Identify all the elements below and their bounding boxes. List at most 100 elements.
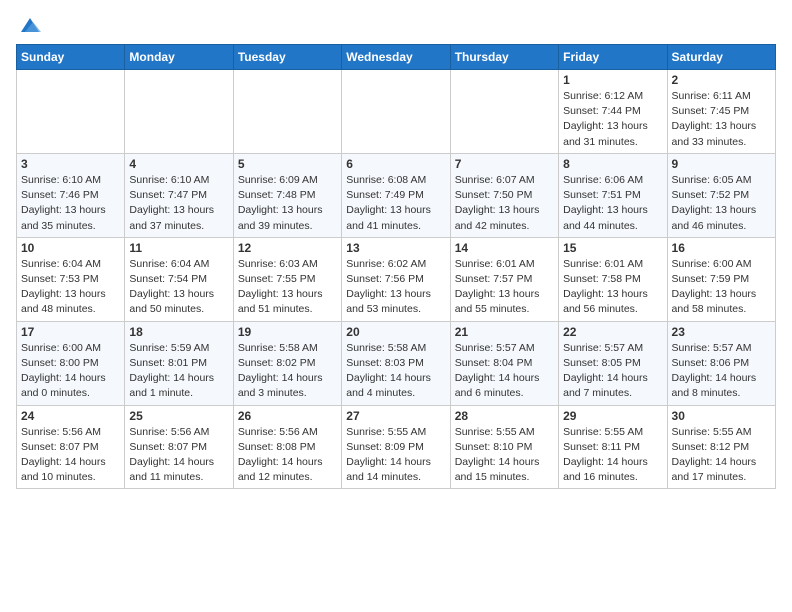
day-number: 20 bbox=[346, 325, 445, 339]
day-info: Sunrise: 5:58 AM Sunset: 8:02 PM Dayligh… bbox=[238, 341, 337, 402]
calendar-cell bbox=[17, 70, 125, 154]
day-number: 5 bbox=[238, 157, 337, 171]
day-info: Sunrise: 6:04 AM Sunset: 7:53 PM Dayligh… bbox=[21, 257, 120, 318]
day-info: Sunrise: 5:55 AM Sunset: 8:12 PM Dayligh… bbox=[672, 425, 771, 486]
day-number: 30 bbox=[672, 409, 771, 423]
day-number: 4 bbox=[129, 157, 228, 171]
day-info: Sunrise: 5:55 AM Sunset: 8:10 PM Dayligh… bbox=[455, 425, 554, 486]
calendar-cell: 22 Sunrise: 5:57 AM Sunset: 8:05 PM Dayli… bbox=[559, 321, 667, 405]
day-info: Sunrise: 5:58 AM Sunset: 8:03 PM Dayligh… bbox=[346, 341, 445, 402]
calendar-cell: 24 Sunrise: 5:56 AM Sunset: 8:07 PM Dayli… bbox=[17, 405, 125, 489]
day-number: 2 bbox=[672, 73, 771, 87]
day-number: 22 bbox=[563, 325, 662, 339]
calendar-week-row: 17Sunrise: 6:00 AM Sunset: 8:00 PM Dayli… bbox=[17, 321, 776, 405]
calendar-cell: 26Sunrise: 5:56 AM Sunset: 8:08 PM Dayli… bbox=[233, 405, 341, 489]
day-number: 11 bbox=[129, 241, 228, 255]
day-info: Sunrise: 6:00 AM Sunset: 7:59 PM Dayligh… bbox=[672, 257, 771, 318]
calendar-cell: 15 Sunrise: 6:01 AM Sunset: 7:58 PM Dayli… bbox=[559, 237, 667, 321]
day-info: Sunrise: 5:57 AM Sunset: 8:06 PM Dayligh… bbox=[672, 341, 771, 402]
day-number: 25 bbox=[129, 409, 228, 423]
day-number: 7 bbox=[455, 157, 554, 171]
day-number: 21 bbox=[455, 325, 554, 339]
calendar-cell: 18 Sunrise: 5:59 AM Sunset: 8:01 PM Dayli… bbox=[125, 321, 233, 405]
day-number: 16 bbox=[672, 241, 771, 255]
calendar-cell: 16 Sunrise: 6:00 AM Sunset: 7:59 PM Dayli… bbox=[667, 237, 775, 321]
day-info: Sunrise: 6:08 AM Sunset: 7:49 PM Dayligh… bbox=[346, 173, 445, 234]
calendar-cell: 29Sunrise: 5:55 AM Sunset: 8:11 PM Dayli… bbox=[559, 405, 667, 489]
day-info: Sunrise: 5:55 AM Sunset: 8:09 PM Dayligh… bbox=[346, 425, 445, 486]
calendar-cell: 21 Sunrise: 5:57 AM Sunset: 8:04 PM Dayli… bbox=[450, 321, 558, 405]
calendar-cell: 23 Sunrise: 5:57 AM Sunset: 8:06 PM Dayli… bbox=[667, 321, 775, 405]
calendar-cell: 17Sunrise: 6:00 AM Sunset: 8:00 PM Dayli… bbox=[17, 321, 125, 405]
day-info: Sunrise: 6:12 AM Sunset: 7:44 PM Dayligh… bbox=[563, 89, 662, 150]
logo bbox=[16, 16, 41, 36]
calendar-cell: 10Sunrise: 6:04 AM Sunset: 7:53 PM Dayli… bbox=[17, 237, 125, 321]
calendar-cell: 3Sunrise: 6:10 AM Sunset: 7:46 PM Daylig… bbox=[17, 153, 125, 237]
calendar-cell bbox=[125, 70, 233, 154]
day-info: Sunrise: 6:02 AM Sunset: 7:56 PM Dayligh… bbox=[346, 257, 445, 318]
day-info: Sunrise: 6:04 AM Sunset: 7:54 PM Dayligh… bbox=[129, 257, 228, 318]
day-number: 24 bbox=[21, 409, 120, 423]
weekday-header-monday: Monday bbox=[125, 45, 233, 70]
day-info: Sunrise: 6:05 AM Sunset: 7:52 PM Dayligh… bbox=[672, 173, 771, 234]
day-number: 18 bbox=[129, 325, 228, 339]
day-number: 15 bbox=[563, 241, 662, 255]
calendar-cell bbox=[342, 70, 450, 154]
day-info: Sunrise: 6:01 AM Sunset: 7:57 PM Dayligh… bbox=[455, 257, 554, 318]
page-header bbox=[16, 16, 776, 36]
weekday-header-thursday: Thursday bbox=[450, 45, 558, 70]
calendar-cell: 14 Sunrise: 6:01 AM Sunset: 7:57 PM Dayli… bbox=[450, 237, 558, 321]
calendar-cell: 1 Sunrise: 6:12 AM Sunset: 7:44 PM Daylig… bbox=[559, 70, 667, 154]
day-info: Sunrise: 6:10 AM Sunset: 7:46 PM Dayligh… bbox=[21, 173, 120, 234]
calendar-cell bbox=[450, 70, 558, 154]
calendar-cell: 30 Sunrise: 5:55 AM Sunset: 8:12 PM Dayli… bbox=[667, 405, 775, 489]
calendar-table: SundayMondayTuesdayWednesdayThursdayFrid… bbox=[16, 44, 776, 489]
day-number: 23 bbox=[672, 325, 771, 339]
day-number: 27 bbox=[346, 409, 445, 423]
day-number: 12 bbox=[238, 241, 337, 255]
weekday-header-sunday: Sunday bbox=[17, 45, 125, 70]
calendar-cell: 12 Sunrise: 6:03 AM Sunset: 7:55 PM Dayli… bbox=[233, 237, 341, 321]
calendar-week-row: 24 Sunrise: 5:56 AM Sunset: 8:07 PM Dayli… bbox=[17, 405, 776, 489]
day-info: Sunrise: 6:00 AM Sunset: 8:00 PM Dayligh… bbox=[21, 341, 120, 402]
day-number: 6 bbox=[346, 157, 445, 171]
weekday-header-friday: Friday bbox=[559, 45, 667, 70]
day-number: 8 bbox=[563, 157, 662, 171]
calendar-week-row: 10Sunrise: 6:04 AM Sunset: 7:53 PM Dayli… bbox=[17, 237, 776, 321]
day-info: Sunrise: 5:56 AM Sunset: 8:08 PM Dayligh… bbox=[238, 425, 337, 486]
calendar-cell: 13 Sunrise: 6:02 AM Sunset: 7:56 PM Dayli… bbox=[342, 237, 450, 321]
day-number: 1 bbox=[563, 73, 662, 87]
day-info: Sunrise: 6:07 AM Sunset: 7:50 PM Dayligh… bbox=[455, 173, 554, 234]
day-info: Sunrise: 5:55 AM Sunset: 8:11 PM Dayligh… bbox=[563, 425, 662, 486]
weekday-header-saturday: Saturday bbox=[667, 45, 775, 70]
calendar-cell: 4 Sunrise: 6:10 AM Sunset: 7:47 PM Daylig… bbox=[125, 153, 233, 237]
day-info: Sunrise: 6:01 AM Sunset: 7:58 PM Dayligh… bbox=[563, 257, 662, 318]
day-info: Sunrise: 5:57 AM Sunset: 8:05 PM Dayligh… bbox=[563, 341, 662, 402]
calendar-week-row: 3Sunrise: 6:10 AM Sunset: 7:46 PM Daylig… bbox=[17, 153, 776, 237]
day-info: Sunrise: 6:03 AM Sunset: 7:55 PM Dayligh… bbox=[238, 257, 337, 318]
day-info: Sunrise: 6:06 AM Sunset: 7:51 PM Dayligh… bbox=[563, 173, 662, 234]
day-info: Sunrise: 5:57 AM Sunset: 8:04 PM Dayligh… bbox=[455, 341, 554, 402]
day-number: 28 bbox=[455, 409, 554, 423]
weekday-header-wednesday: Wednesday bbox=[342, 45, 450, 70]
calendar-cell: 8 Sunrise: 6:06 AM Sunset: 7:51 PM Daylig… bbox=[559, 153, 667, 237]
calendar-cell: 11 Sunrise: 6:04 AM Sunset: 7:54 PM Dayli… bbox=[125, 237, 233, 321]
calendar-cell: 9 Sunrise: 6:05 AM Sunset: 7:52 PM Daylig… bbox=[667, 153, 775, 237]
day-info: Sunrise: 6:09 AM Sunset: 7:48 PM Dayligh… bbox=[238, 173, 337, 234]
day-info: Sunrise: 5:59 AM Sunset: 8:01 PM Dayligh… bbox=[129, 341, 228, 402]
day-info: Sunrise: 5:56 AM Sunset: 8:07 PM Dayligh… bbox=[21, 425, 120, 486]
logo-icon bbox=[19, 14, 41, 36]
day-info: Sunrise: 5:56 AM Sunset: 8:07 PM Dayligh… bbox=[129, 425, 228, 486]
day-number: 13 bbox=[346, 241, 445, 255]
day-info: Sunrise: 6:10 AM Sunset: 7:47 PM Dayligh… bbox=[129, 173, 228, 234]
day-info: Sunrise: 6:11 AM Sunset: 7:45 PM Dayligh… bbox=[672, 89, 771, 150]
calendar-cell bbox=[233, 70, 341, 154]
calendar-cell: 28 Sunrise: 5:55 AM Sunset: 8:10 PM Dayli… bbox=[450, 405, 558, 489]
calendar-cell: 7 Sunrise: 6:07 AM Sunset: 7:50 PM Daylig… bbox=[450, 153, 558, 237]
weekday-header-tuesday: Tuesday bbox=[233, 45, 341, 70]
day-number: 14 bbox=[455, 241, 554, 255]
day-number: 9 bbox=[672, 157, 771, 171]
calendar-cell: 2 Sunrise: 6:11 AM Sunset: 7:45 PM Daylig… bbox=[667, 70, 775, 154]
calendar-cell: 25 Sunrise: 5:56 AM Sunset: 8:07 PM Dayli… bbox=[125, 405, 233, 489]
calendar-cell: 27 Sunrise: 5:55 AM Sunset: 8:09 PM Dayli… bbox=[342, 405, 450, 489]
